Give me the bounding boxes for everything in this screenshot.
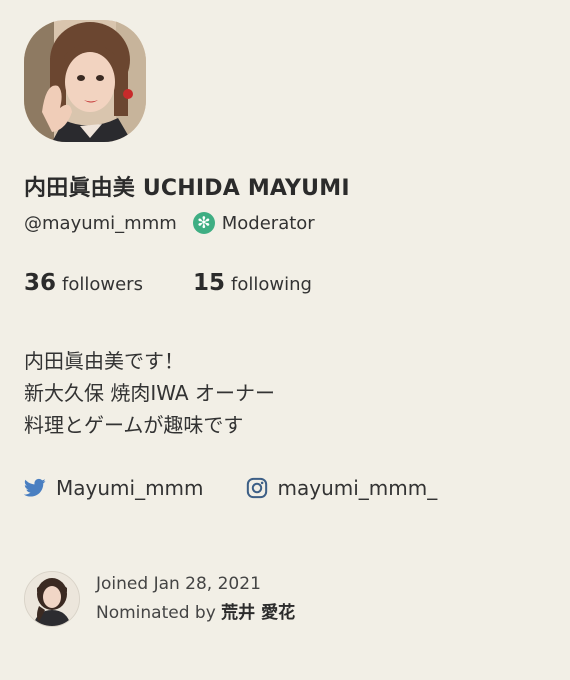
followers-link[interactable]: 36 followers <box>24 270 143 296</box>
nominator-name[interactable]: 荒井 愛花 <box>221 603 295 623</box>
twitter-handle: Mayumi_mmm <box>56 476 204 500</box>
instagram-link[interactable]: mayumi_mmm_ <box>246 476 438 500</box>
profile-photo[interactable] <box>24 20 146 142</box>
social-links: Mayumi_mmm mayumi_mmm_ <box>24 476 437 500</box>
profile-bio: 内田眞由美です！ 新大久保 焼肉IWA オーナー 料理とゲームが趣味です <box>24 345 275 441</box>
nominator-avatar[interactable] <box>24 571 80 627</box>
following-link[interactable]: 15 following <box>193 270 312 296</box>
moderator-badge-icon: ✻ <box>192 212 215 234</box>
profile-meta: @mayumi_mmm ✻ Moderator <box>24 212 315 234</box>
footer-info: Joined Jan 28, 2021 Nominated by 荒井 愛花 <box>96 570 295 628</box>
followers-label: followers <box>62 274 143 295</box>
nominated-prefix: Nominated by <box>96 603 216 623</box>
twitter-link[interactable]: Mayumi_mmm <box>24 476 204 500</box>
profile-name: 内田眞由美 UCHIDA MAYUMI <box>24 176 350 201</box>
following-count: 15 <box>192 270 225 296</box>
profile-photo-image <box>24 20 146 142</box>
twitter-icon <box>24 478 46 497</box>
bio-line: 内田眞由美です！ <box>24 349 184 373</box>
instagram-icon <box>246 477 267 499</box>
followers-count: 36 <box>24 270 57 296</box>
following-label: following <box>230 274 312 295</box>
instagram-handle: mayumi_mmm_ <box>277 476 438 500</box>
nominator-avatar-image <box>25 572 79 626</box>
nominated-line: Nominated by 荒井 愛花 <box>96 599 295 628</box>
moderator-label: Moderator <box>221 212 315 234</box>
profile-handle: @mayumi_mmm <box>24 212 177 234</box>
follow-stats: 36 followers 15 following <box>24 270 312 296</box>
bio-line: 新大久保 焼肉IWA オーナー <box>24 381 275 405</box>
bio-line: 料理とゲームが趣味です <box>24 413 244 437</box>
joined-date: Joined Jan 28, 2021 <box>96 574 261 594</box>
profile-footer: Joined Jan 28, 2021 Nominated by 荒井 愛花 <box>24 570 295 628</box>
